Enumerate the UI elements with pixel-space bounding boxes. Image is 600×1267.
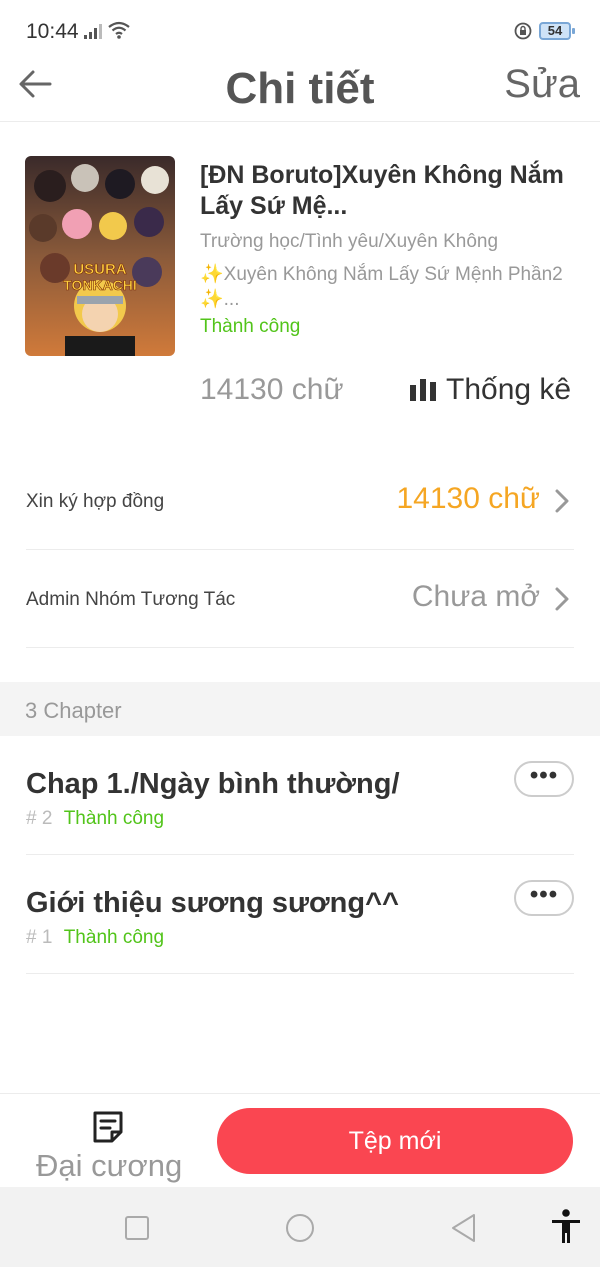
new-file-button[interactable]: Tệp mới (217, 1108, 573, 1174)
outline-label: Đại cương (36, 1148, 183, 1183)
battery-icon: 54 (539, 22, 575, 40)
book-cover[interactable]: USURA TONKACHI (25, 156, 175, 356)
accessibility-icon[interactable] (550, 1209, 582, 1245)
chevron-right-icon (555, 587, 569, 611)
row-label: Admin Nhóm Tương Tác (26, 589, 236, 610)
chapter-status: Thành công (63, 808, 165, 829)
book-status: Thành công (200, 316, 301, 337)
book-description: ✨Xuyên Không Nắm Lấy Sứ Mệnh Phần2 ✨... (200, 264, 563, 310)
chapter-meta: # 2 Thành công (26, 808, 164, 830)
svg-text:USURA: USURA (73, 261, 127, 278)
battery-level: 54 (547, 23, 563, 38)
svg-text:TONKACHI: TONKACHI (63, 277, 137, 293)
rotation-lock-icon (514, 22, 532, 40)
chapter-number: # 2 (26, 808, 53, 829)
home-circle-icon[interactable] (285, 1213, 315, 1243)
chapter-item[interactable]: Giới thiệu sương sương^^ # 1 Thành công … (26, 855, 574, 974)
system-nav-bar (0, 1187, 600, 1267)
cover-image: USURA TONKACHI (25, 156, 175, 356)
chapter-title: Chap 1./Ngày bình thường/ (26, 768, 400, 800)
chapter-count: 3 Chapter (25, 698, 122, 723)
status-time: 10:44 (26, 20, 79, 43)
chapter-status: Thành công (63, 927, 165, 948)
document-note-icon (93, 1111, 123, 1143)
edit-button[interactable]: Sửa (504, 62, 580, 107)
statistics-button[interactable]: Thống kê (410, 373, 571, 407)
book-title: [ĐN Boruto]Xuyên Không Nắm Lấy Sứ Mệ... (200, 161, 564, 220)
row-value: Chưa mở (411, 580, 540, 613)
book-genres: Trường học/Tình yêu/Xuyên Không (200, 231, 499, 252)
signal-icon (84, 24, 102, 39)
row-value: 14130 chữ (396, 482, 540, 515)
recents-square-icon[interactable] (124, 1215, 150, 1241)
bar-chart-icon (410, 379, 436, 401)
header: Chi tiết Sửa (0, 60, 600, 122)
admin-group-row[interactable]: Admin Nhóm Tương Tác Chưa mở (26, 550, 574, 648)
row-label: Xin ký hợp đồng (26, 491, 165, 512)
chapter-section-header: 3 Chapter (0, 682, 600, 736)
chevron-right-icon (555, 489, 569, 513)
chapter-item[interactable]: Chap 1./Ngày bình thường/ # 2 Thành công… (26, 736, 574, 855)
bottom-action-bar: Đại cương Tệp mới (0, 1093, 600, 1187)
contract-request-row[interactable]: Xin ký hợp đồng 14130 chữ (26, 452, 574, 550)
back-triangle-icon[interactable] (450, 1213, 478, 1243)
chapter-meta: # 1 Thành công (26, 927, 164, 949)
statistics-label: Thống kê (446, 373, 572, 406)
more-options-button[interactable]: ••• (514, 761, 574, 797)
status-bar: 10:44 54 (0, 0, 600, 60)
wifi-icon (108, 21, 130, 39)
word-count: 14130 chữ (200, 373, 344, 406)
outline-button[interactable]: Đại cương (30, 1108, 190, 1183)
more-options-button[interactable]: ••• (514, 880, 574, 916)
chapter-number: # 1 (26, 927, 53, 948)
chapter-title: Giới thiệu sương sương^^ (26, 887, 399, 919)
